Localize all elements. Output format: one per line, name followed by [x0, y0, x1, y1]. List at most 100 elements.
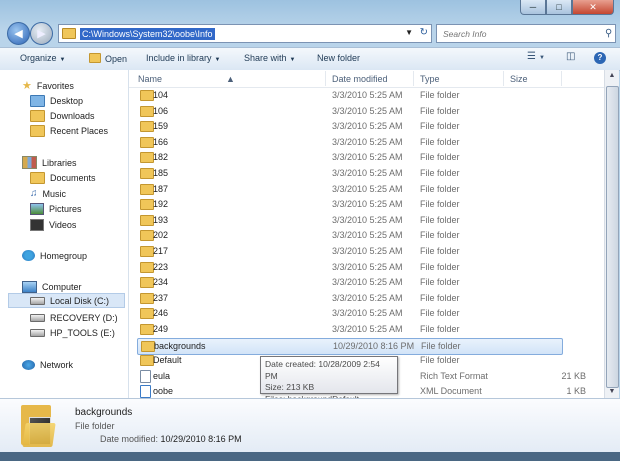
forward-button[interactable]: ▶	[30, 22, 53, 45]
nav-homegroup[interactable]: Homegroup	[22, 248, 87, 263]
help-icon[interactable]: ?	[594, 52, 606, 64]
organize-button[interactable]: Organize ▼	[20, 53, 65, 63]
nav-videos[interactable]: Videos	[30, 217, 76, 232]
file-row[interactable]: 187 3/3/2010 5:25 AM File folder	[129, 182, 604, 197]
folder-icon	[140, 246, 154, 257]
search-box[interactable]: ⚲	[436, 24, 616, 43]
background-strip	[0, 452, 620, 461]
file-row[interactable]: 249 3/3/2010 5:25 AM File folder	[129, 322, 604, 337]
folder-icon	[140, 308, 154, 320]
file-row[interactable]: 182 3/3/2010 5:25 AM File folder	[129, 150, 604, 165]
preview-pane-icon[interactable]: ◫	[566, 51, 575, 62]
nav-desktop-label: Desktop	[50, 95, 84, 106]
nav-libraries[interactable]: Libraries	[22, 155, 77, 170]
folder-icon	[140, 90, 154, 101]
column-divider[interactable]	[503, 71, 504, 86]
nav-documents[interactable]: Documents	[30, 170, 96, 185]
nav-music[interactable]: ♫ Music	[30, 186, 66, 201]
file-row[interactable]: 237 3/3/2010 5:25 AM File folder	[129, 291, 604, 306]
search-icon[interactable]: ⚲	[605, 28, 612, 39]
nav-network[interactable]: Network	[22, 357, 73, 372]
column-divider[interactable]	[561, 71, 562, 86]
minimize-button[interactable]: ─	[520, 0, 546, 15]
nav-recovery[interactable]: RECOVERY (D:)	[30, 310, 118, 325]
scroll-up-icon[interactable]: ▲	[605, 70, 619, 82]
folder-icon	[140, 214, 154, 226]
nav-recent-places[interactable]: Recent Places	[30, 123, 108, 138]
share-label: Share with	[244, 53, 287, 63]
nav-computer[interactable]: Computer	[22, 279, 82, 294]
file-date-modified: 3/3/2010 5:25 AM	[332, 292, 403, 303]
search-input[interactable]	[441, 27, 605, 40]
file-name: 182	[153, 152, 169, 163]
column-size[interactable]: Size	[510, 74, 528, 84]
folder-icon	[140, 152, 154, 164]
open-button[interactable]: Open	[89, 53, 127, 64]
file-name: 166	[153, 136, 169, 147]
file-row[interactable]: 185 3/3/2010 5:25 AM File folder	[129, 166, 604, 181]
file-type: Rich Text Format	[420, 370, 488, 381]
file-name: 193	[153, 214, 169, 225]
file-name: eula	[153, 370, 171, 381]
file-row[interactable]: 217 3/3/2010 5:25 AM File folder	[129, 244, 604, 259]
nav-favorites[interactable]: ★ Favorites	[22, 78, 74, 93]
chevron-down-icon: ▼	[214, 57, 221, 63]
downloads-icon	[30, 109, 45, 122]
videos-icon	[30, 218, 44, 231]
file-type: File folder	[420, 355, 460, 366]
file-row[interactable]: 104 3/3/2010 5:25 AM File folder	[129, 88, 604, 103]
share-with-button[interactable]: Share with ▼	[244, 53, 295, 63]
nav-homegroup-label: Homegroup	[40, 250, 88, 261]
file-row[interactable]: 166 3/3/2010 5:25 AM File folder	[129, 135, 604, 150]
folder-icon	[140, 199, 154, 211]
file-row[interactable]: 202 3/3/2010 5:25 AM File folder	[129, 228, 604, 243]
address-bar[interactable]: C:\Windows\System32\oobe\Info ▼ ↻	[58, 24, 432, 43]
vertical-scrollbar[interactable]: ▲ ▼	[604, 70, 619, 398]
file-row[interactable]: 223 3/3/2010 5:25 AM File folder	[129, 260, 604, 275]
column-name[interactable]: Name	[138, 74, 162, 84]
file-row[interactable]: 246 3/3/2010 5:25 AM File folder	[129, 306, 604, 321]
file-row[interactable]: 192 3/3/2010 5:25 AM File folder	[129, 197, 604, 212]
file-date-modified: 3/3/2010 5:25 AM	[332, 308, 403, 319]
column-type[interactable]: Type	[420, 74, 440, 84]
include-in-library-button[interactable]: Include in library ▼	[146, 53, 220, 63]
file-type: File folder	[420, 183, 460, 194]
caption-buttons: ─ □ ✕	[520, 0, 614, 15]
star-icon: ★	[22, 80, 32, 92]
address-path[interactable]: C:\Windows\System32\oobe\Info	[80, 27, 215, 40]
new-folder-button[interactable]: New folder	[317, 53, 360, 63]
file-row[interactable]: 159 3/3/2010 5:25 AM File folder	[129, 119, 604, 134]
back-button[interactable]: ◀	[7, 22, 30, 45]
file-row[interactable]: 193 3/3/2010 5:25 AM File folder	[129, 213, 604, 228]
file-row[interactable]: backgrounds 10/29/2010 8:16 PM File folder	[137, 337, 563, 355]
command-bar: Organize ▼ Open Include in library ▼ Share…	[0, 47, 620, 71]
nav-desktop[interactable]: Desktop	[30, 93, 83, 108]
nav-pictures[interactable]: Pictures	[30, 201, 82, 216]
nav-downloads[interactable]: Downloads	[30, 108, 95, 123]
file-row[interactable]: 106 3/3/2010 5:25 AM File folder	[129, 104, 604, 119]
file-name: 234	[153, 277, 169, 288]
nav-libraries-label: Libraries	[42, 157, 77, 168]
column-divider[interactable]	[325, 71, 326, 86]
scroll-down-icon[interactable]: ▼	[605, 386, 619, 398]
nav-hp-tools[interactable]: HP_TOOLS (E:)	[30, 325, 115, 340]
address-dropdown-icon[interactable]: ▼	[405, 28, 413, 37]
scroll-thumb[interactable]	[606, 86, 619, 388]
file-date-modified: 3/3/2010 5:25 AM	[332, 214, 403, 225]
column-divider[interactable]	[413, 71, 414, 86]
file-row[interactable]: 234 3/3/2010 5:25 AM File folder	[129, 275, 604, 290]
nav-local-disk[interactable]: Local Disk (C:)	[8, 293, 125, 308]
file-size: 1 KB	[566, 386, 586, 397]
maximize-button[interactable]: □	[546, 0, 572, 15]
folder-icon	[89, 53, 101, 63]
nav-local-disk-label: Local Disk (C:)	[50, 295, 110, 306]
file-name: 217	[153, 246, 169, 256]
column-date-modified[interactable]: Date modified	[332, 74, 388, 84]
refresh-icon[interactable]: ↻	[420, 27, 428, 38]
details-date: Date modified: 10/29/2010 8:16 PM	[100, 434, 242, 444]
close-button[interactable]: ✕	[572, 0, 614, 15]
file-name: 187	[153, 183, 169, 194]
view-options-icon[interactable]: ☰ ▼	[527, 51, 545, 62]
recent-places-icon	[30, 124, 45, 137]
back-arrow-icon: ◀	[14, 28, 23, 40]
